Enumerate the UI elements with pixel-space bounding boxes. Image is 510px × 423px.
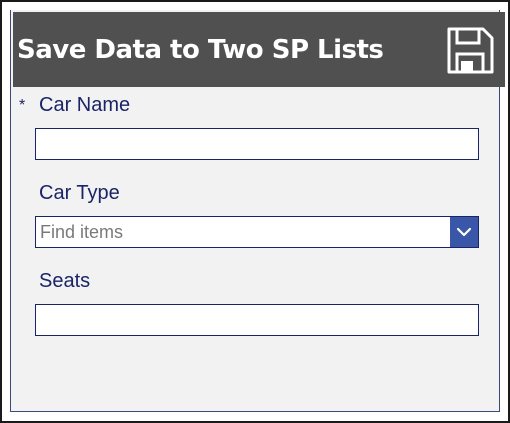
car-type-dropdown-button[interactable] xyxy=(450,217,478,247)
car-name-input[interactable] xyxy=(35,128,479,160)
app-screen: Save Data to Two SP Lists * Car Name Car… xyxy=(10,10,505,412)
save-button[interactable] xyxy=(445,26,495,76)
car-type-combobox[interactable] xyxy=(35,216,479,248)
car-type-search-input[interactable] xyxy=(36,217,450,247)
car-type-label: Car Type xyxy=(39,182,120,204)
seats-label: Seats xyxy=(39,270,91,292)
header-bar: Save Data to Two SP Lists xyxy=(13,12,505,87)
required-marker: * xyxy=(19,97,26,114)
car-name-label: Car Name xyxy=(39,94,131,116)
seats-input[interactable] xyxy=(35,304,479,336)
page-title: Save Data to Two SP Lists xyxy=(17,34,384,65)
save-icon xyxy=(447,27,494,74)
chevron-down-icon xyxy=(456,227,472,237)
window-frame: Save Data to Two SP Lists * Car Name Car… xyxy=(0,0,510,423)
